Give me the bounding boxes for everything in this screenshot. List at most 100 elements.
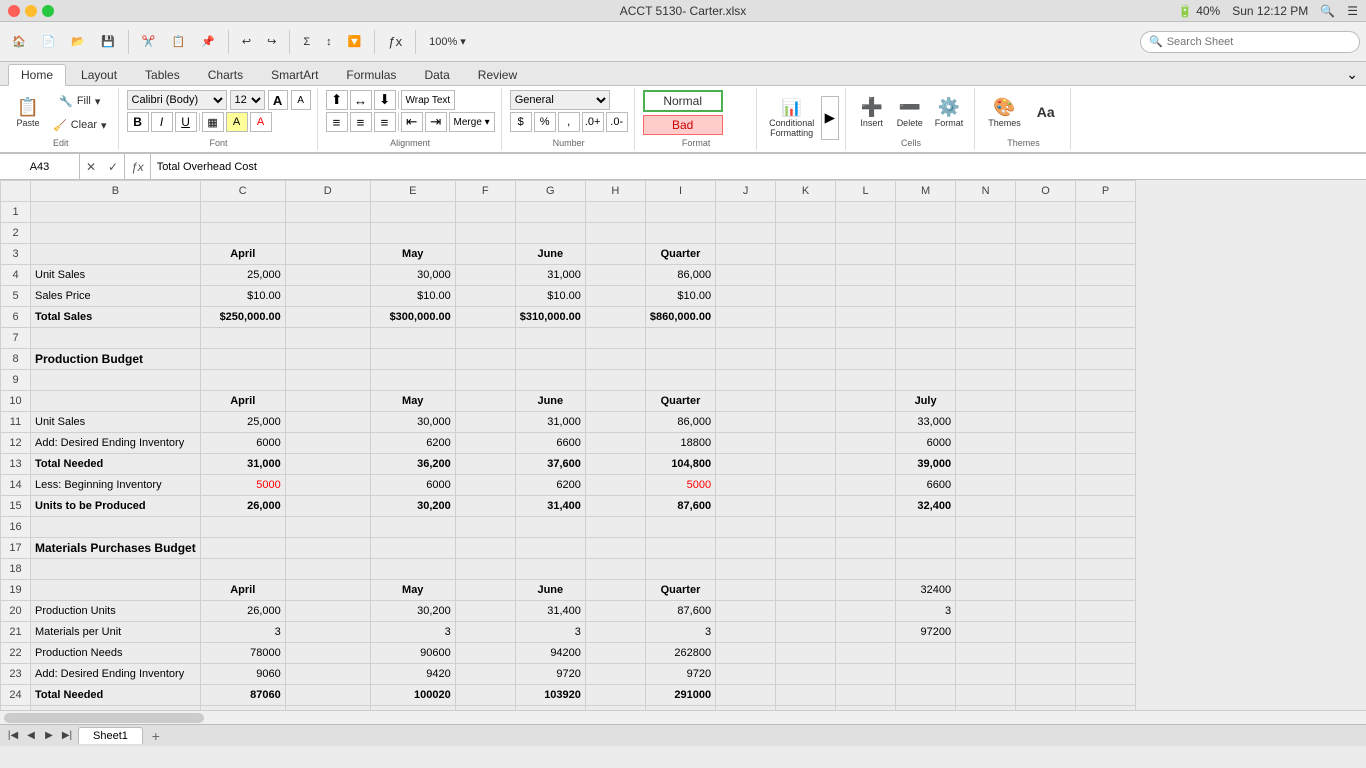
col-header-j[interactable]: J <box>716 181 776 202</box>
table-cell[interactable]: April <box>200 244 285 265</box>
table-cell[interactable] <box>776 265 836 286</box>
table-cell[interactable] <box>1076 538 1136 559</box>
table-cell[interactable]: 9720 <box>515 664 585 685</box>
table-cell[interactable] <box>585 412 645 433</box>
themes-btn[interactable]: 🎨 Themes <box>983 91 1026 135</box>
table-cell[interactable] <box>285 538 370 559</box>
table-cell[interactable]: 32400 <box>896 580 956 601</box>
sheet-scroll-area[interactable]: B C D E F G H I J K L M N <box>0 180 1366 710</box>
table-cell[interactable] <box>776 580 836 601</box>
table-cell[interactable] <box>716 685 776 706</box>
table-cell[interactable]: 31,400 <box>515 496 585 517</box>
table-cell[interactable] <box>716 538 776 559</box>
table-cell[interactable] <box>285 664 370 685</box>
table-cell[interactable] <box>370 223 455 244</box>
table-cell[interactable] <box>836 244 896 265</box>
table-cell[interactable]: 86,000 <box>645 412 715 433</box>
table-cell[interactable] <box>515 328 585 349</box>
table-cell[interactable]: 6200 <box>370 433 455 454</box>
col-header-c[interactable]: C <box>200 181 285 202</box>
table-cell[interactable] <box>370 349 455 370</box>
row-number[interactable]: 10 <box>1 391 31 412</box>
table-cell[interactable] <box>370 328 455 349</box>
decrease-indent-btn[interactable]: ⇤ <box>401 112 423 132</box>
table-cell[interactable] <box>956 370 1016 391</box>
table-cell[interactable] <box>836 496 896 517</box>
row-number[interactable]: 6 <box>1 307 31 328</box>
table-cell[interactable] <box>1016 223 1076 244</box>
table-cell[interactable]: 6000 <box>896 433 956 454</box>
currency-btn[interactable]: $ <box>510 112 532 132</box>
table-cell[interactable] <box>1016 622 1076 643</box>
table-cell[interactable] <box>716 307 776 328</box>
table-cell[interactable] <box>836 328 896 349</box>
formula-input[interactable] <box>151 154 1366 179</box>
undo-btn[interactable]: ↩ <box>236 28 257 56</box>
table-cell[interactable] <box>515 370 585 391</box>
table-cell[interactable] <box>455 433 515 454</box>
row-number[interactable]: 13 <box>1 454 31 475</box>
add-sheet-btn[interactable]: + <box>147 727 165 745</box>
minimize-button[interactable] <box>25 5 37 17</box>
table-cell[interactable]: Total Needed <box>31 454 201 475</box>
table-cell[interactable] <box>836 412 896 433</box>
table-cell[interactable] <box>836 391 896 412</box>
h-scrollbar[interactable] <box>0 710 1366 724</box>
table-cell[interactable] <box>956 328 1016 349</box>
table-cell[interactable] <box>836 580 896 601</box>
table-cell[interactable] <box>776 328 836 349</box>
table-cell[interactable] <box>776 559 836 580</box>
table-cell[interactable] <box>716 517 776 538</box>
increase-decimal-btn[interactable]: .0+ <box>582 112 604 132</box>
row-number[interactable]: 9 <box>1 370 31 391</box>
table-cell[interactable] <box>585 349 645 370</box>
table-cell[interactable] <box>776 223 836 244</box>
sum-btn[interactable]: Σ <box>297 28 316 56</box>
paste-btn[interactable]: 📌 <box>195 28 221 56</box>
table-cell[interactable] <box>455 328 515 349</box>
table-cell[interactable] <box>1016 559 1076 580</box>
table-cell[interactable]: 36,200 <box>370 454 455 475</box>
table-cell[interactable]: 78000 <box>200 643 285 664</box>
table-cell[interactable]: Unit Sales <box>31 412 201 433</box>
table-cell[interactable] <box>585 601 645 622</box>
table-cell[interactable] <box>716 496 776 517</box>
table-cell[interactable] <box>585 391 645 412</box>
font-color-btn[interactable]: A <box>250 112 272 132</box>
save-btn[interactable]: 💾 <box>95 28 121 56</box>
table-cell[interactable]: Production Units <box>31 601 201 622</box>
table-cell[interactable] <box>455 496 515 517</box>
table-cell[interactable] <box>836 601 896 622</box>
table-cell[interactable] <box>836 475 896 496</box>
table-cell[interactable] <box>585 538 645 559</box>
table-cell[interactable] <box>956 622 1016 643</box>
table-cell[interactable]: May <box>370 580 455 601</box>
row-number[interactable]: 16 <box>1 517 31 538</box>
align-left-btn[interactable]: ≡ <box>326 112 348 132</box>
table-cell[interactable] <box>1016 265 1076 286</box>
table-cell[interactable]: $250,000.00 <box>200 307 285 328</box>
table-cell[interactable] <box>645 559 715 580</box>
cancel-formula-btn[interactable]: ✕ <box>80 154 102 179</box>
tab-data[interactable]: Data <box>411 64 462 85</box>
table-cell[interactable]: Units to be Produced <box>31 496 201 517</box>
table-cell[interactable] <box>1016 202 1076 223</box>
table-cell[interactable] <box>716 328 776 349</box>
table-cell[interactable]: Production Needs <box>31 643 201 664</box>
table-cell[interactable] <box>716 664 776 685</box>
table-cell[interactable]: 86,000 <box>645 265 715 286</box>
row-number[interactable]: 5 <box>1 286 31 307</box>
table-cell[interactable] <box>31 244 201 265</box>
table-cell[interactable]: 6200 <box>515 475 585 496</box>
table-cell[interactable] <box>455 244 515 265</box>
table-cell[interactable]: $10.00 <box>515 286 585 307</box>
close-button[interactable] <box>8 5 20 17</box>
table-cell[interactable] <box>1076 433 1136 454</box>
table-cell[interactable]: 26,000 <box>200 601 285 622</box>
table-cell[interactable] <box>896 286 956 307</box>
table-cell[interactable] <box>956 664 1016 685</box>
table-cell[interactable]: 6600 <box>515 433 585 454</box>
table-cell[interactable] <box>515 223 585 244</box>
wrap-text-btn[interactable]: Wrap Text <box>401 90 456 110</box>
table-cell[interactable] <box>716 433 776 454</box>
